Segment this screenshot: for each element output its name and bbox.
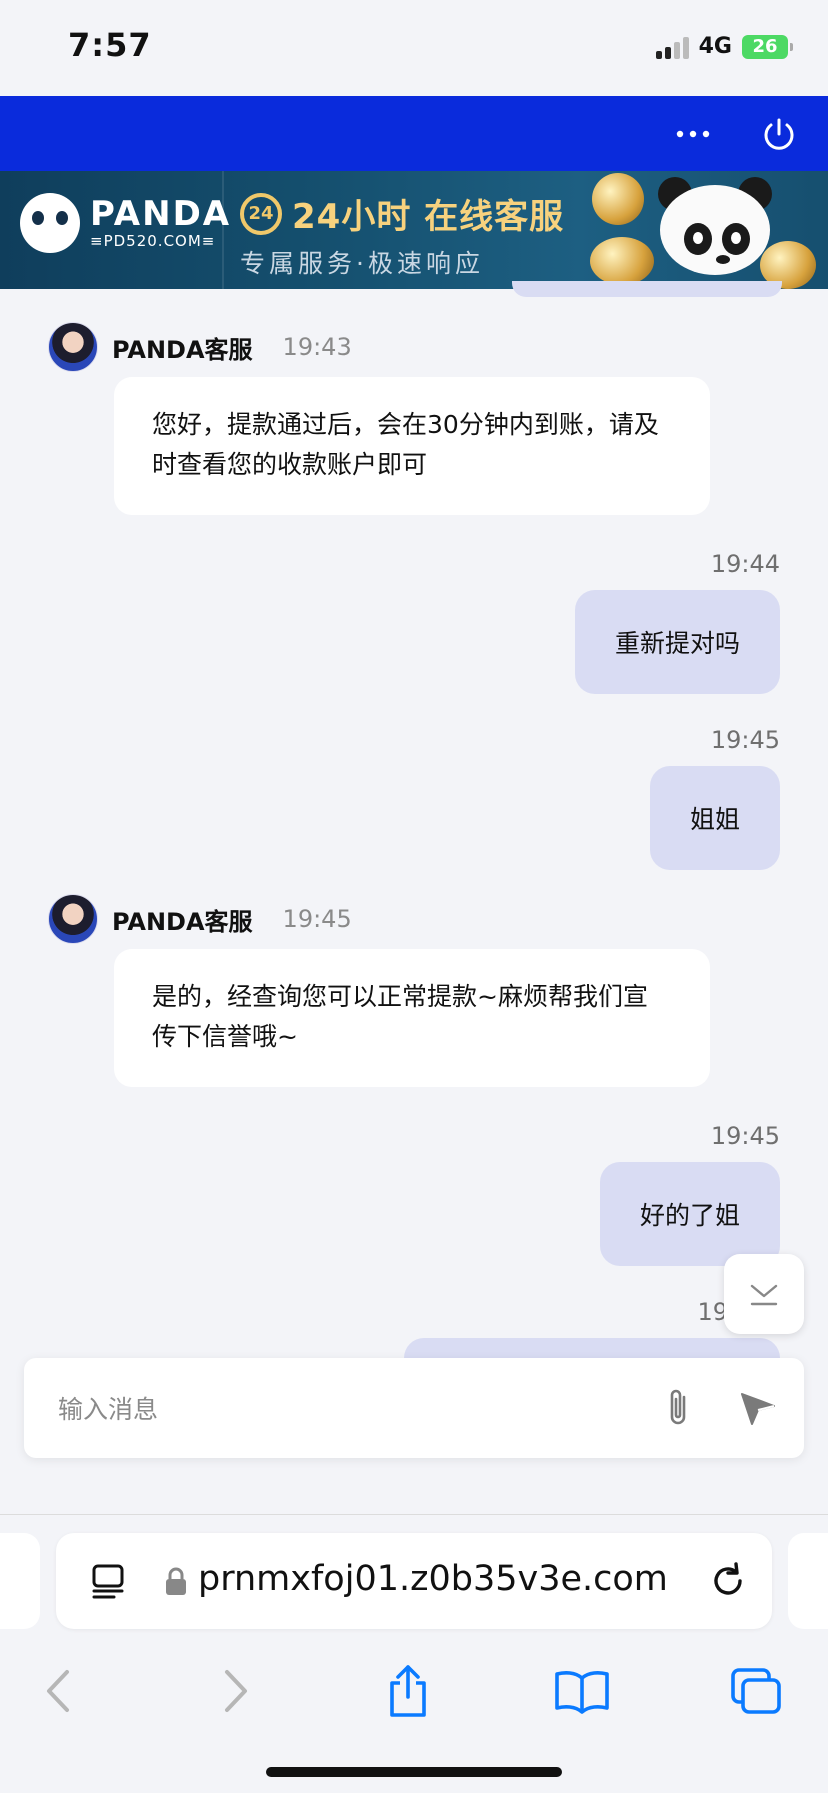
outgoing-message: 姐姐: [649, 766, 780, 870]
browser-nav: [0, 1653, 828, 1733]
signal-icon: [655, 35, 689, 59]
outgoing-message: 重新提对吗: [574, 590, 780, 694]
chat-header: [0, 96, 828, 171]
browser-toolbar: prnmxfoj01.z0b35v3e.com: [0, 1514, 828, 1793]
banner-subtitle: 专属服务·极速响应: [240, 249, 484, 278]
gold-coin-icon: [590, 237, 654, 285]
previous-tab-preview[interactable]: [0, 1533, 40, 1629]
share-icon[interactable]: [378, 1661, 438, 1721]
message-time: 19:45: [710, 726, 780, 754]
scroll-to-bottom-button[interactable]: [724, 1254, 804, 1334]
avatar: [48, 322, 98, 372]
previous-message-bubble: [512, 281, 782, 297]
forward-icon[interactable]: [206, 1661, 266, 1721]
status-time: 7:57: [68, 26, 152, 64]
battery-level: 26: [752, 36, 778, 57]
url-text: prnmxfoj01.z0b35v3e.com: [198, 1559, 668, 1599]
incoming-message: 您好，提款通过后，会在30分钟内到账，请及时查看您的收款账户即可: [114, 377, 710, 515]
home-indicator: [266, 1767, 562, 1777]
incoming-message: 是的，经查询您可以正常提款~麻烦帮我们宣传下信誉哦~: [114, 949, 710, 1087]
paperclip-icon[interactable]: [652, 1382, 704, 1434]
agent-header: PANDA客服 19:45: [48, 894, 352, 944]
avatar: [48, 894, 98, 944]
next-tab-preview[interactable]: [788, 1533, 828, 1629]
chevron-down-icon: [750, 1284, 778, 1306]
more-horizontal-icon[interactable]: [668, 96, 718, 171]
gold-ball-icon: [592, 173, 644, 225]
agent-name: PANDA客服: [112, 907, 253, 936]
back-icon[interactable]: [28, 1661, 88, 1721]
banner-text: 24 24小时 在线客服 专属服务·极速响应: [240, 189, 564, 280]
message-input[interactable]: [56, 1386, 620, 1432]
bookmarks-icon[interactable]: [552, 1661, 612, 1721]
message-time: 19:45: [710, 1122, 780, 1150]
panda-logo: PANDA ≡PD520.COM≡: [20, 193, 231, 253]
status-bar: 7:57 4G 26: [0, 0, 828, 96]
agent-header: PANDA客服 19:43: [48, 322, 352, 372]
tabs-icon[interactable]: [726, 1661, 786, 1721]
lock-icon: [164, 1565, 188, 1597]
clock-24-icon: 24: [240, 192, 282, 235]
banner-title: 24小时 在线客服: [292, 197, 565, 237]
send-icon[interactable]: [730, 1382, 786, 1434]
banner-divider: [222, 171, 224, 289]
message-composer: [24, 1358, 804, 1458]
banner-domain: ≡PD520.COM≡: [90, 232, 216, 250]
status-indicators: 4G 26: [655, 34, 793, 59]
outgoing-message: 好的了姐: [599, 1162, 780, 1266]
network-type: 4G: [698, 34, 732, 59]
reload-icon[interactable]: [706, 1559, 750, 1603]
agent-name: PANDA客服: [112, 335, 253, 364]
message-time: 19:43: [282, 333, 352, 361]
panda-logo-icon: [20, 193, 80, 253]
banner-brand: PANDA: [90, 194, 232, 234]
battery-icon: 26: [742, 34, 793, 59]
power-icon[interactable]: [754, 96, 804, 171]
address-bar[interactable]: prnmxfoj01.z0b35v3e.com: [56, 1533, 772, 1629]
reader-icon[interactable]: [88, 1561, 128, 1601]
message-time: 19:45: [282, 905, 352, 933]
panda-mascot-icon: [650, 177, 780, 289]
promo-banner: PANDA ≡PD520.COM≡ 24 24小时 在线客服 专属服务·极速响应: [0, 171, 828, 289]
message-time: 19:44: [710, 550, 780, 578]
